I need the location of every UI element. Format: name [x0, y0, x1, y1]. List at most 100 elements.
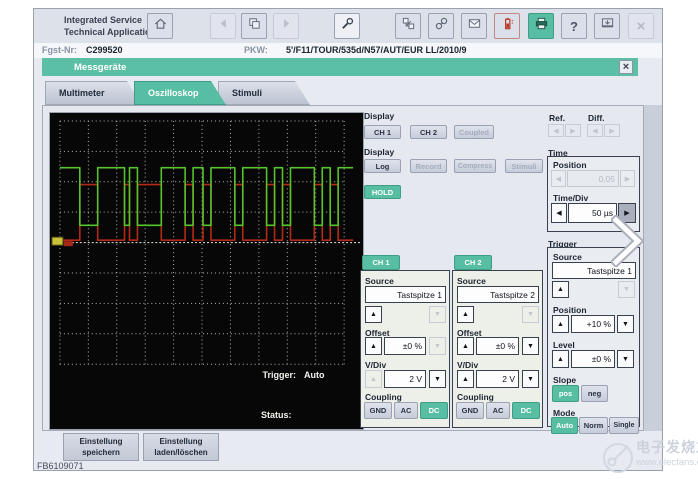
trigger-level-field[interactable]: ±0 %	[571, 350, 615, 368]
mode-single-button[interactable]: Single	[609, 417, 639, 434]
ch1-header-button[interactable]: CH 1	[362, 255, 400, 270]
tab-stimuli[interactable]: Stimuli	[218, 81, 310, 105]
display-stimuli-button[interactable]: Stimuli	[505, 159, 543, 173]
home-icon	[153, 16, 168, 36]
home-button[interactable]	[147, 13, 173, 39]
trigger-position-field[interactable]: +10 %	[571, 315, 615, 333]
left-arrow-icon: ◀	[592, 127, 598, 135]
ch2-source-up-button[interactable]: ▲	[457, 306, 474, 323]
ch2-header-button[interactable]: CH 2	[454, 255, 492, 270]
help-button[interactable]: ?	[561, 13, 587, 39]
ch1-offset-field[interactable]: ±0 %	[384, 337, 426, 355]
right-arrow-icon: ▶	[624, 175, 631, 183]
next-page-chevron[interactable]	[611, 215, 645, 267]
ref-next-button[interactable]: ▶	[565, 124, 581, 137]
load-settings-button[interactable]: Einstellung laden/löschen	[143, 433, 219, 461]
trigger-slope-label: Slope	[553, 375, 577, 385]
dock-button[interactable]	[594, 13, 620, 39]
display-ch2-button[interactable]: CH 2	[410, 125, 447, 139]
dialog-close-button[interactable]: ×	[619, 60, 633, 74]
print-button[interactable]	[528, 13, 554, 39]
ch2-offset-field[interactable]: ±0 %	[476, 337, 519, 355]
mail-button[interactable]	[461, 13, 487, 39]
trigger-position-down-button[interactable]: ▼	[617, 315, 634, 333]
ch1-vdiv-up-button[interactable]: ▲	[365, 370, 382, 388]
ch2-vdiv-up-button[interactable]: ▲	[457, 370, 474, 388]
scope-trigger-label: Trigger:	[262, 370, 296, 380]
forward-button[interactable]	[273, 13, 299, 39]
ch1-source-up-button[interactable]: ▲	[365, 306, 382, 323]
ch2-coupling-ac-button[interactable]: AC	[486, 402, 510, 419]
trigger-position-up-button[interactable]: ▲	[552, 315, 569, 333]
mode-norm-button[interactable]: Norm	[579, 417, 608, 434]
display-ch1-button[interactable]: CH 1	[364, 125, 401, 139]
ch1-coupling-dc-button[interactable]: DC	[420, 402, 448, 419]
up-arrow-icon: ▲	[370, 375, 377, 383]
ch2-coupling-dc-button[interactable]: DC	[512, 402, 540, 419]
page: Integrated Service Technical Application…	[0, 0, 698, 479]
ch2-source-label: Source	[457, 276, 486, 286]
trigger-level-down-button[interactable]: ▼	[617, 350, 634, 368]
forward-arrow-icon	[279, 16, 294, 36]
tab-oszilloskop[interactable]: Oszilloskop	[134, 81, 226, 105]
timediv-left-button[interactable]: ◀	[551, 203, 567, 223]
ch2-offset-down-button[interactable]: ▼	[522, 337, 539, 355]
dock-icon	[600, 16, 615, 36]
time-position-label: Position	[553, 160, 587, 170]
trigger-source-up-button[interactable]: ▲	[552, 281, 569, 298]
hold-button[interactable]: HOLD	[364, 185, 401, 199]
display-coupled-button[interactable]: Coupled	[454, 125, 494, 139]
wrench-button[interactable]	[334, 13, 360, 39]
display-record-button[interactable]: Record	[410, 159, 447, 173]
up-arrow-icon: ▲	[557, 355, 564, 363]
mode-auto-button[interactable]: Auto	[551, 417, 578, 434]
pages-button[interactable]	[241, 13, 267, 39]
ch1-offset-down-button[interactable]: ▼	[429, 337, 446, 355]
diff-next-button[interactable]: ▶	[604, 124, 620, 137]
ch1-source-down-button[interactable]: ▼	[429, 306, 446, 323]
scope-status-label: Status:	[261, 410, 292, 420]
tab-multimeter[interactable]: Multimeter	[45, 81, 142, 105]
save-settings-line2: speichern	[82, 448, 120, 457]
ch2-source-down-button[interactable]: ▼	[522, 306, 539, 323]
slope-neg-button[interactable]: neg	[581, 385, 608, 402]
time-position-field[interactable]: 0,05	[567, 170, 619, 187]
link-button[interactable]	[428, 13, 454, 39]
battery-button[interactable]	[494, 13, 520, 39]
timediv-field[interactable]: 50 µs	[568, 203, 617, 223]
ch2-source-field[interactable]: Tastspitze 2	[457, 286, 539, 303]
ch2-offset-up-button[interactable]: ▲	[457, 337, 474, 355]
save-settings-button[interactable]: Einstellung speichern	[63, 433, 139, 461]
transfer-button[interactable]	[395, 13, 421, 39]
ch1-coupling-ac-button[interactable]: AC	[394, 402, 418, 419]
ref-prev-button[interactable]: ◀	[548, 124, 564, 137]
oscilloscope-panel: Trigger: Auto Status: Display CH 1 CH 2 …	[42, 105, 644, 434]
left-arrow-icon: ◀	[555, 175, 562, 183]
trigger-level-up-button[interactable]: ▲	[552, 350, 569, 368]
ch1-coupling-gnd-button[interactable]: GND	[364, 402, 392, 419]
ch1-offset-up-button[interactable]: ▲	[365, 337, 382, 355]
close-button[interactable]: ×	[628, 13, 654, 39]
time-position-right-button[interactable]: ▶	[620, 170, 635, 187]
up-arrow-icon: ▲	[462, 375, 469, 383]
vehicle-info-bar: Fgst-Nr: C299520 PKW: 5'/F11/TOUR/535d/N…	[34, 43, 662, 58]
ch2-vdiv-down-button[interactable]: ▼	[522, 370, 539, 388]
diff-prev-button[interactable]: ◀	[587, 124, 603, 137]
display-log-button[interactable]: Log	[364, 159, 401, 173]
time-position-left-button[interactable]: ◀	[551, 170, 566, 187]
display-compress-button[interactable]: Compress	[454, 159, 496, 173]
ch2-vdiv-field[interactable]: 2 V	[476, 370, 519, 388]
slope-pos-button[interactable]: pos	[552, 385, 579, 402]
trigger-source-down-button[interactable]: ▼	[618, 281, 635, 298]
ch1-source-field[interactable]: Tastspitze 1	[365, 286, 446, 303]
trigger-level-label: Level	[553, 340, 575, 350]
down-arrow-icon: ▼	[527, 342, 534, 350]
down-arrow-icon: ▼	[622, 320, 629, 328]
ref-label: Ref.	[549, 113, 566, 123]
ch2-coupling-gnd-button[interactable]: GND	[456, 402, 484, 419]
back-button[interactable]	[210, 13, 236, 39]
scope-canvas	[51, 120, 361, 365]
back-arrow-icon	[216, 16, 231, 36]
ch1-vdiv-field[interactable]: 2 V	[384, 370, 426, 388]
ch1-vdiv-down-button[interactable]: ▼	[429, 370, 446, 388]
